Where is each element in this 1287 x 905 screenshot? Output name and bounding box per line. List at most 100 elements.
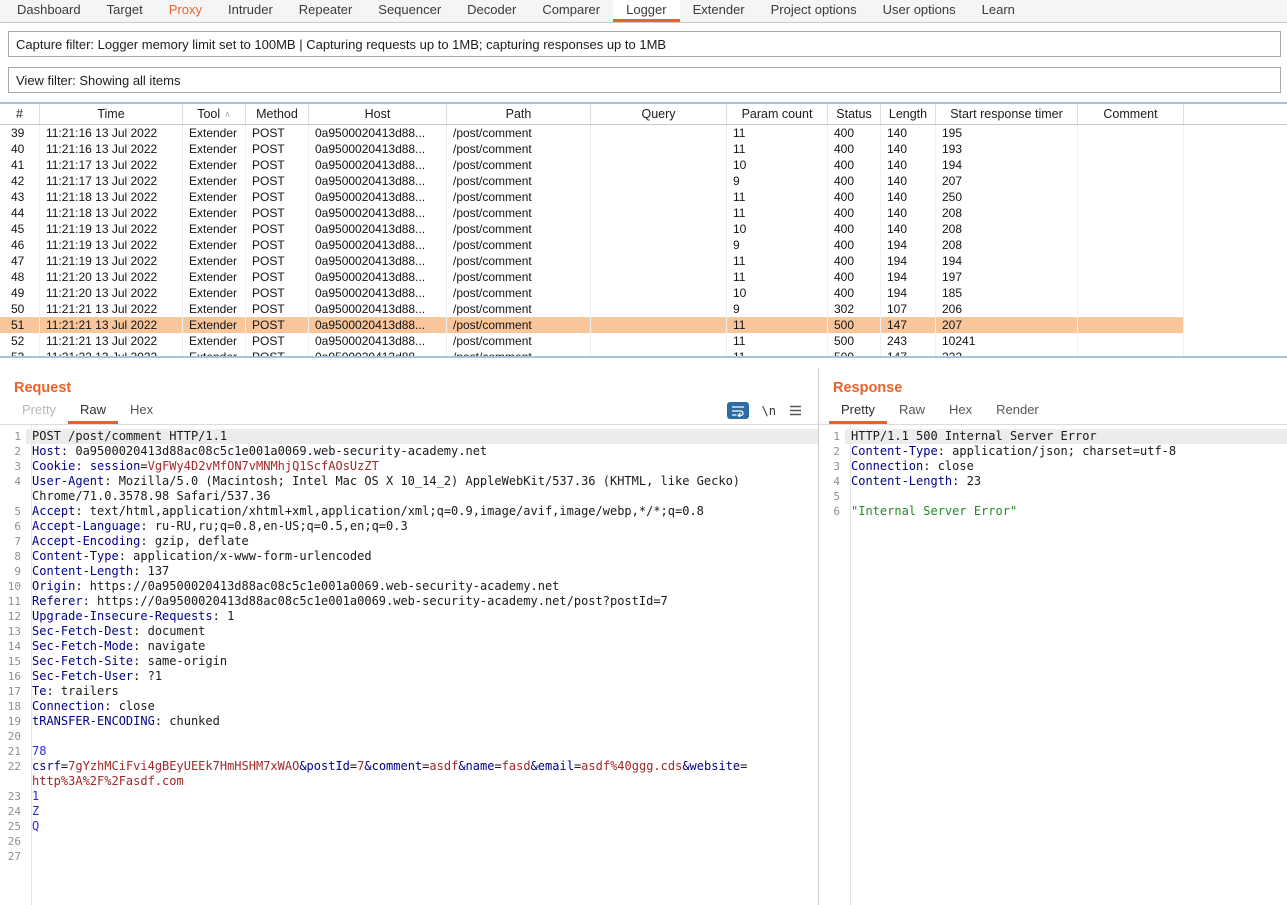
cell-status: 400 [828,269,881,285]
horizontal-splitter[interactable] [0,358,1287,368]
tab-decoder[interactable]: Decoder [454,0,529,22]
line-content: Upgrade-Insecure-Requests: 1 [26,609,818,624]
code-line: 6"Internal Server Error" [819,504,1287,519]
line-content: Referer: https://0a9500020413d88ac08c5c1… [26,594,818,609]
line-content: Content-Length: 137 [26,564,818,579]
table-row[interactable]: 4111:21:17 13 Jul 2022ExtenderPOST0a9500… [0,157,1287,173]
cell-status: 400 [828,141,881,157]
cell-host: 0a9500020413d88... [309,125,447,141]
code-line: 6Accept-Language: ru-RU,ru;q=0.8,en-US;q… [0,519,818,534]
tab-sequencer[interactable]: Sequencer [365,0,454,22]
cell-query [591,285,727,301]
cell-id: 52 [0,333,40,349]
table-row[interactable]: 4011:21:16 13 Jul 2022ExtenderPOST0a9500… [0,141,1287,157]
request-editor[interactable]: 1POST /post/comment HTTP/1.12Host: 0a950… [0,425,818,905]
cell-filler [1184,237,1287,253]
cell-start-response-timer: 194 [936,253,1078,269]
line-number: 15 [0,654,26,669]
table-row[interactable]: 4511:21:19 13 Jul 2022ExtenderPOST0a9500… [0,221,1287,237]
column-header-start-response-timer[interactable]: Start response timer [936,104,1078,124]
table-row[interactable]: 4911:21:20 13 Jul 2022ExtenderPOST0a9500… [0,285,1287,301]
tab-comparer[interactable]: Comparer [529,0,613,22]
cell-length: 140 [881,221,936,237]
line-number: 10 [0,579,26,594]
response-tab-hex[interactable]: Hex [937,397,984,424]
column-header-host[interactable]: Host [309,104,447,124]
table-row[interactable]: 5211:21:21 13 Jul 2022ExtenderPOST0a9500… [0,333,1287,349]
table-row[interactable]: 4411:21:18 13 Jul 2022ExtenderPOST0a9500… [0,205,1287,221]
capture-filter-text: Capture filter: Logger memory limit set … [16,37,666,52]
table-row[interactable]: 4711:21:19 13 Jul 2022ExtenderPOST0a9500… [0,253,1287,269]
log-table-body: 3911:21:16 13 Jul 2022ExtenderPOST0a9500… [0,125,1287,356]
view-filter-bar[interactable]: View filter: Showing all items [8,67,1281,93]
response-tab-raw[interactable]: Raw [887,397,937,424]
table-row[interactable]: 5011:21:21 13 Jul 2022ExtenderPOST0a9500… [0,301,1287,317]
tab-user-options[interactable]: User options [870,0,969,22]
tab-intruder[interactable]: Intruder [215,0,286,22]
line-content: Sec-Fetch-Site: same-origin [26,654,818,669]
request-tab-pretty[interactable]: Pretty [10,397,68,424]
cell-tool: Extender [183,269,246,285]
table-row[interactable]: 4811:21:20 13 Jul 2022ExtenderPOST0a9500… [0,269,1287,285]
view-filter-text: View filter: Showing all items [16,73,181,88]
cell-filler [1184,189,1287,205]
column-header--[interactable]: # [0,104,40,124]
newline-toggle-icon[interactable]: \n [762,404,776,418]
cell-host: 0a9500020413d88... [309,269,447,285]
table-row[interactable]: 3911:21:16 13 Jul 2022ExtenderPOST0a9500… [0,125,1287,141]
table-row[interactable]: 4611:21:19 13 Jul 2022ExtenderPOST0a9500… [0,237,1287,253]
cell-filler [1184,349,1287,356]
cell-param-count: 11 [727,317,828,333]
tab-repeater[interactable]: Repeater [286,0,365,22]
code-line: 27 [0,849,818,864]
line-content: POST /post/comment HTTP/1.1 [26,429,818,444]
table-row[interactable]: 4311:21:18 13 Jul 2022ExtenderPOST0a9500… [0,189,1287,205]
cell-time: 11:21:16 13 Jul 2022 [40,141,183,157]
column-header-status[interactable]: Status [828,104,881,124]
cell-tool: Extender [183,301,246,317]
tab-extender[interactable]: Extender [680,0,758,22]
cell-query [591,317,727,333]
column-header-length[interactable]: Length [881,104,936,124]
line-number: 6 [0,519,26,534]
column-header-query[interactable]: Query [591,104,727,124]
response-tab-render[interactable]: Render [984,397,1051,424]
cell-time: 11:21:20 13 Jul 2022 [40,285,183,301]
cell-time: 11:21:17 13 Jul 2022 [40,157,183,173]
request-tab-hex[interactable]: Hex [118,397,165,424]
cell-start-response-timer: 206 [936,301,1078,317]
capture-filter-bar[interactable]: Capture filter: Logger memory limit set … [8,31,1281,57]
column-header-time[interactable]: Time [40,104,183,124]
line-content: 1 [26,789,818,804]
column-header-comment[interactable]: Comment [1078,104,1184,124]
line-number [0,774,26,789]
tab-logger[interactable]: Logger [613,0,679,22]
tab-project-options[interactable]: Project options [758,0,870,22]
tab-learn[interactable]: Learn [969,0,1028,22]
cell-time: 11:21:19 13 Jul 2022 [40,237,183,253]
column-header-tool[interactable]: Tool∧ [183,104,246,124]
column-header-method[interactable]: Method [246,104,309,124]
column-header-path[interactable]: Path [447,104,591,124]
cell-param-count: 11 [727,269,828,285]
cell-query [591,141,727,157]
line-number: 25 [0,819,26,834]
cell-start-response-timer: 207 [936,317,1078,333]
request-tab-raw[interactable]: Raw [68,397,118,424]
column-header-param-count[interactable]: Param count [727,104,828,124]
cell-status: 400 [828,157,881,173]
response-editor[interactable]: 1HTTP/1.1 500 Internal Server Error2Cont… [819,425,1287,905]
table-row[interactable]: 5311:21:22 13 Jul 2022ExtenderPOST0a9500… [0,349,1287,356]
word-wrap-icon[interactable] [727,402,749,419]
cell-time: 11:21:18 13 Jul 2022 [40,205,183,221]
tab-proxy[interactable]: Proxy [156,0,215,22]
response-tab-pretty[interactable]: Pretty [829,397,887,424]
tab-dashboard[interactable]: Dashboard [4,0,94,22]
table-row[interactable]: 4211:21:17 13 Jul 2022ExtenderPOST0a9500… [0,173,1287,189]
cell-tool: Extender [183,221,246,237]
menu-icon[interactable] [789,405,802,416]
tab-target[interactable]: Target [94,0,156,22]
table-row[interactable]: 5111:21:21 13 Jul 2022ExtenderPOST0a9500… [0,317,1287,333]
cell-time: 11:21:19 13 Jul 2022 [40,253,183,269]
cell-length: 140 [881,173,936,189]
